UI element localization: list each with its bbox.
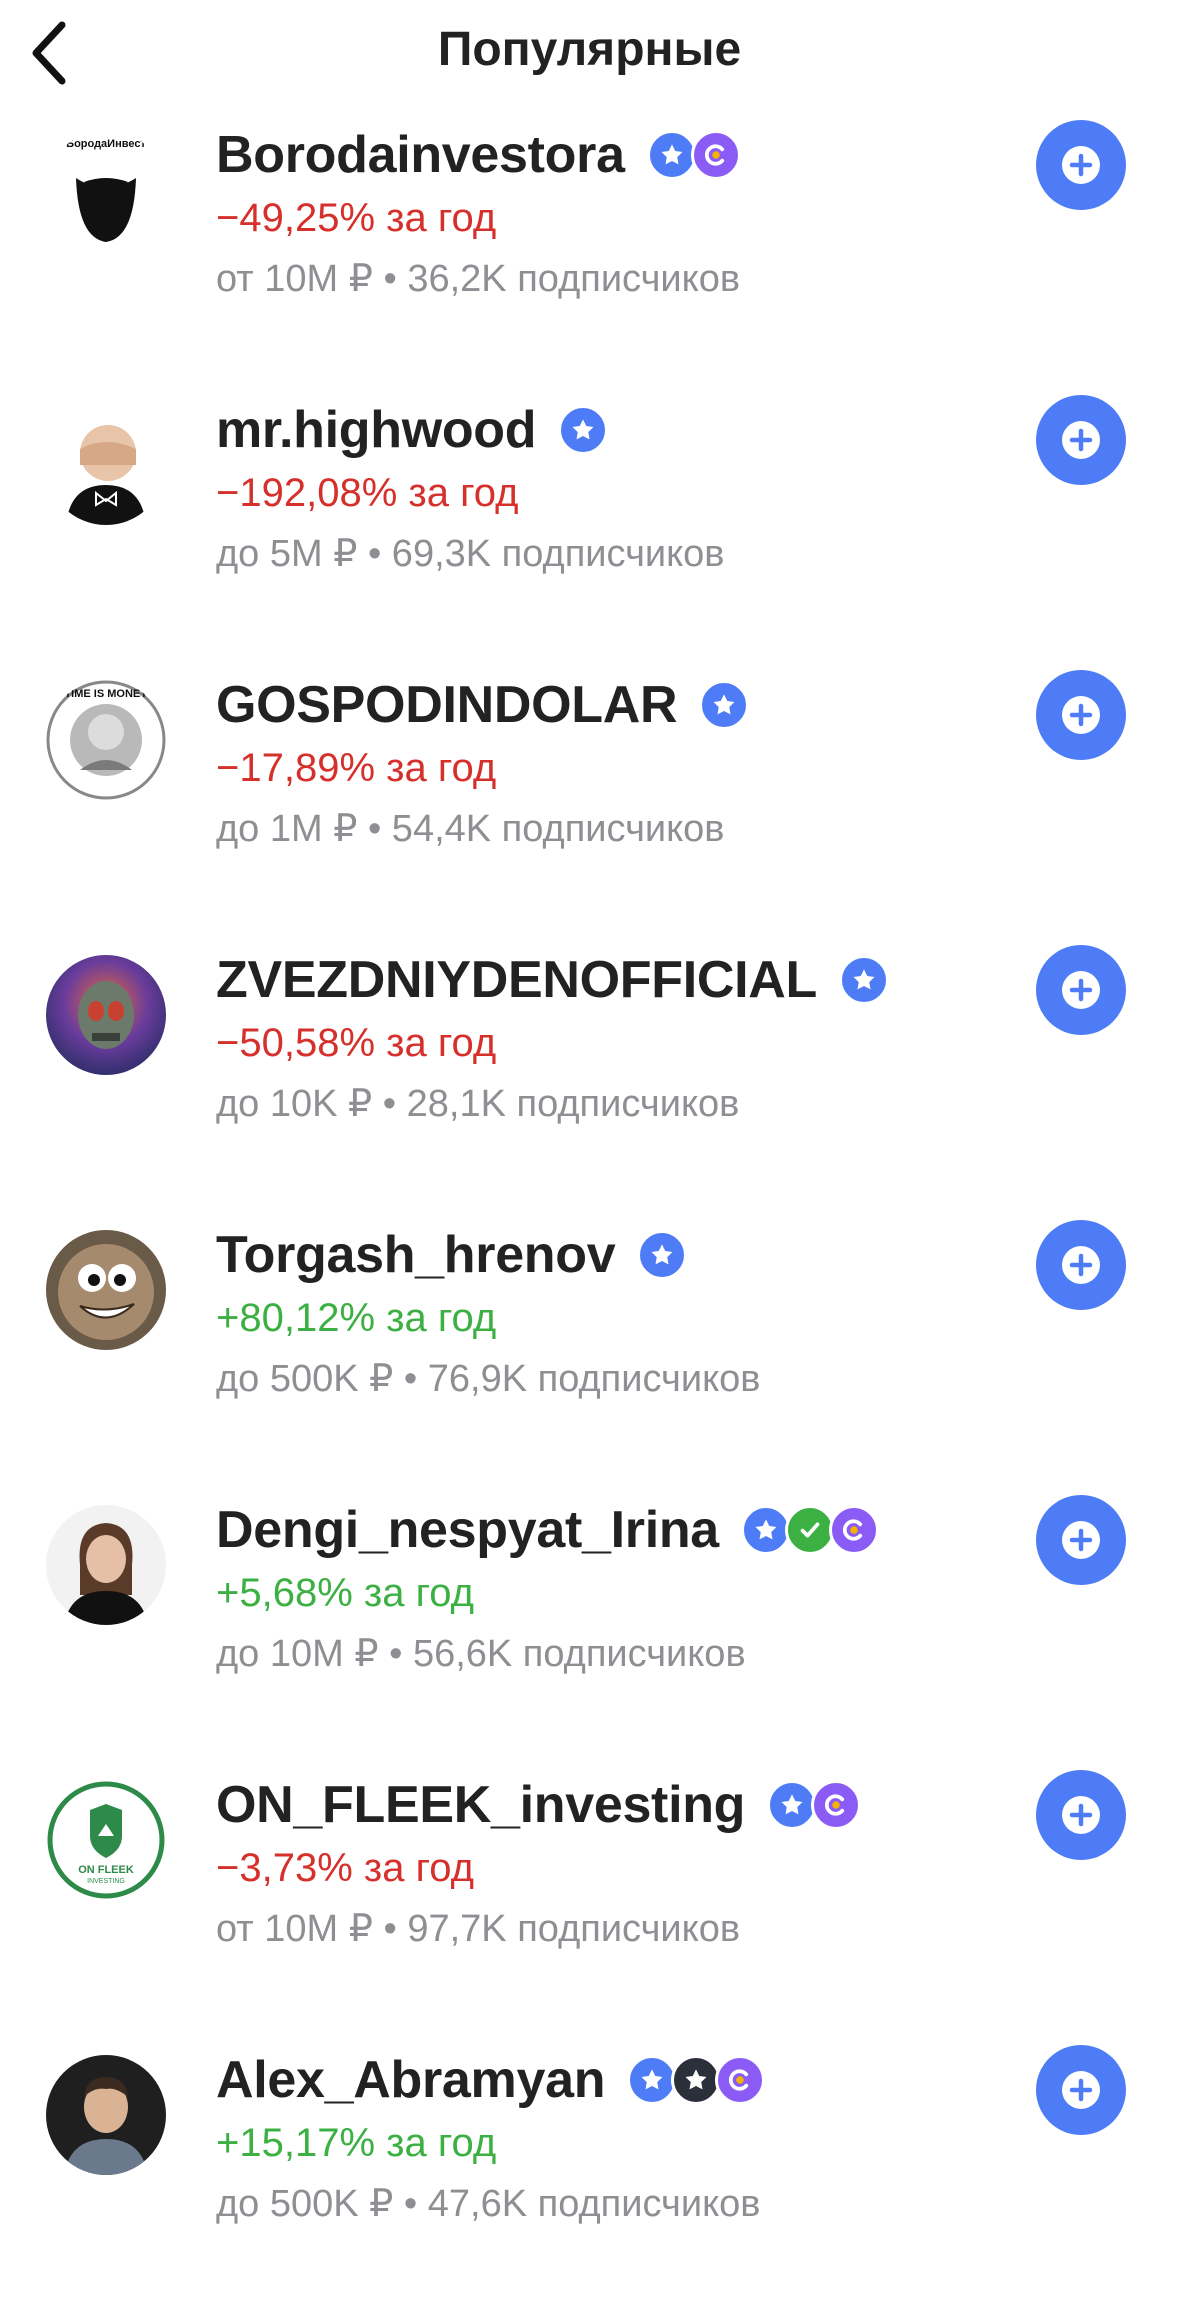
name-line: Alex_Abramyan (216, 2045, 766, 2115)
author-name[interactable]: GOSPODINDOLAR (216, 675, 678, 735)
author-row[interactable]: mr.highwood −192,08% за год до 5M ₽ • 69,3… (0, 385, 1179, 660)
verified-check-icon (784, 1505, 835, 1555)
name-line: Dengi_nespyat_Irina (216, 1495, 879, 1565)
star-badge-icon (627, 2055, 678, 2105)
author-name[interactable]: ON_FLEEK_investing (216, 1775, 745, 1835)
avatar[interactable]: TIME IS MONEY (46, 680, 166, 800)
follow-button[interactable] (1036, 1770, 1126, 1860)
name-line: ZVEZDNIYDENOFFICIAL (216, 945, 889, 1015)
star-badge-icon (767, 1780, 818, 1830)
yearly-return: +5,68% за год (216, 1571, 475, 1615)
author-row[interactable]: ZVEZDNIYDENOFFICIAL −50,58% за год до 10K … (0, 935, 1179, 1210)
yearly-return: −192,08% за год (216, 471, 519, 515)
avatar-subtext: INVESTING (87, 1878, 125, 1885)
plus-circle-icon (1062, 971, 1100, 1009)
author-row[interactable]: БородаИнвест Borodainvestora −49,25% за го… (0, 110, 1179, 385)
yearly-return: −3,73% за год (216, 1846, 475, 1890)
badges (740, 1505, 879, 1555)
portfolio-and-followers: от 10M ₽ • 97,7K подписчиков (216, 1908, 741, 1950)
avatar-text: TIME IS MONEY (64, 688, 148, 700)
portfolio-and-followers: до 500K ₽ • 47,6K подписчиков (216, 2183, 761, 2225)
avatar[interactable] (46, 2055, 166, 2175)
star-badge-icon (838, 955, 889, 1005)
follow-button[interactable] (1036, 1220, 1126, 1310)
c-badge-icon (715, 2055, 766, 2105)
plus-circle-icon (1062, 146, 1100, 184)
star-badge-icon (558, 405, 609, 455)
star-badge-icon (699, 680, 750, 730)
name-line: Torgash_hrenov (216, 1220, 688, 1290)
follow-button[interactable] (1036, 395, 1126, 485)
plus-circle-icon (1062, 421, 1100, 459)
avatar[interactable] (46, 405, 166, 525)
portfolio-and-followers: до 5M ₽ • 69,3K подписчиков (216, 533, 725, 575)
plus-circle-icon (1062, 2071, 1100, 2109)
author-name[interactable]: Alex_Abramyan (216, 2050, 605, 2110)
plus-circle-icon (1062, 1796, 1100, 1834)
plus-circle-icon (1062, 1246, 1100, 1284)
avatar[interactable] (46, 955, 166, 1075)
c-badge-icon (690, 130, 741, 180)
name-line: GOSPODINDOLAR (216, 670, 750, 740)
star-dark-badge-icon (671, 2055, 722, 2105)
follow-button[interactable] (1036, 945, 1126, 1035)
author-row[interactable]: TIME IS MONEY GOSPODINDOLAR −17,89% за год… (0, 660, 1179, 935)
badges (699, 680, 750, 730)
header: Популярные (0, 0, 1179, 110)
author-row[interactable]: ON FLEEK INVESTING ON_FLEEK_investing −3,73… (0, 1760, 1179, 2035)
name-line: ON_FLEEK_investing (216, 1770, 862, 1840)
author-row[interactable]: Alex_Abramyan +15,17% за год до 500K ₽ • 4… (0, 2035, 1179, 2310)
badges (637, 1230, 688, 1280)
name-line: mr.highwood (216, 395, 609, 465)
avatar[interactable] (46, 1505, 166, 1625)
plus-circle-icon (1062, 696, 1100, 734)
avatar[interactable] (46, 1230, 166, 1350)
yearly-return: −50,58% за год (216, 1021, 497, 1065)
star-badge-icon (637, 1230, 688, 1280)
star-badge-icon (740, 1505, 791, 1555)
author-row[interactable]: Dengi_nespyat_Irina +5,68% за год до 10M ₽… (0, 1485, 1179, 1760)
follow-button[interactable] (1036, 670, 1126, 760)
yearly-return: −49,25% за год (216, 196, 497, 240)
portfolio-and-followers: до 10K ₽ • 28,1K подписчиков (216, 1083, 740, 1125)
author-row[interactable]: Torgash_hrenov +80,12% за год до 500K ₽ • … (0, 1210, 1179, 1485)
star-badge-icon (646, 130, 697, 180)
author-name[interactable]: Torgash_hrenov (216, 1225, 616, 1285)
yearly-return: −17,89% за год (216, 746, 497, 790)
c-badge-icon (811, 1780, 862, 1830)
page-title: Популярные (437, 23, 742, 76)
avatar[interactable]: БородаИнвест (46, 130, 166, 250)
yearly-return: +80,12% за год (216, 1296, 497, 1340)
portfolio-and-followers: до 500K ₽ • 76,9K подписчиков (216, 1358, 761, 1400)
badges (767, 1780, 862, 1830)
badges (627, 2055, 766, 2105)
author-name[interactable]: Borodainvestora (216, 125, 625, 185)
name-line: Borodainvestora (216, 120, 741, 190)
avatar[interactable]: ON FLEEK INVESTING (46, 1780, 166, 1900)
portfolio-and-followers: до 10M ₽ • 56,6K подписчиков (216, 1633, 746, 1675)
badges (558, 405, 609, 455)
portfolio-and-followers: от 10M ₽ • 36,2K подписчиков (216, 258, 741, 300)
badges (646, 130, 741, 180)
yearly-return: +15,17% за год (216, 2121, 497, 2165)
portfolio-and-followers: до 1M ₽ • 54,4K подписчиков (216, 808, 725, 850)
badges (838, 955, 889, 1005)
follow-button[interactable] (1036, 120, 1126, 210)
c-badge-icon (828, 1505, 879, 1555)
author-name[interactable]: ZVEZDNIYDENOFFICIAL (216, 950, 817, 1010)
follow-button[interactable] (1036, 1495, 1126, 1585)
plus-circle-icon (1062, 1521, 1100, 1559)
avatar-text: БородаИнвест (66, 138, 146, 150)
avatar-text: ON FLEEK (78, 1864, 134, 1876)
author-name[interactable]: mr.highwood (216, 400, 537, 460)
author-name[interactable]: Dengi_nespyat_Irina (216, 1500, 719, 1560)
follow-button[interactable] (1036, 2045, 1126, 2135)
